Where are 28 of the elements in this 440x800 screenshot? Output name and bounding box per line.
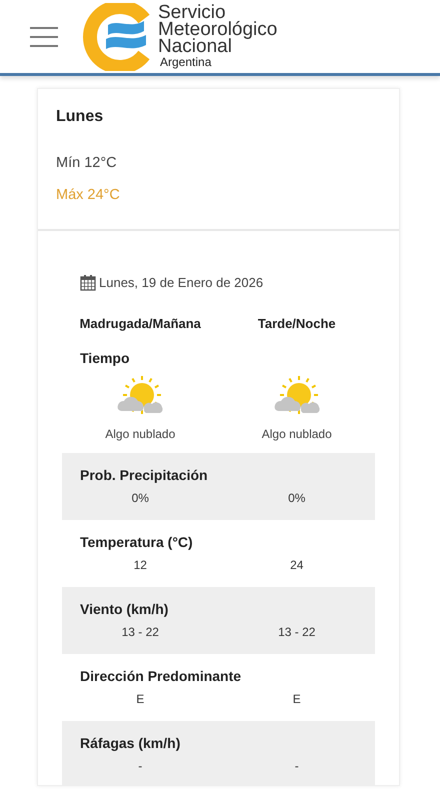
weather-description: Algo nublado <box>260 426 333 442</box>
date-text: Lunes, 19 de Enero de 2026 <box>99 274 264 292</box>
period-heading: Tarde/Noche <box>256 315 337 333</box>
row-label: Tiempo <box>79 348 131 368</box>
row-value: 24 <box>289 556 304 574</box>
logo-subtitle: Argentina <box>159 55 212 69</box>
row-value: 13 - 22 <box>277 624 316 640</box>
row-value: E <box>292 690 302 708</box>
row-label: Dirección Predominante <box>79 666 242 686</box>
row-value: 12 <box>132 556 148 574</box>
menu-button[interactable] <box>30 26 60 46</box>
period-heading: Madrugada/Mañana <box>78 315 202 333</box>
weather-description: Algo nublado <box>104 426 176 442</box>
max-temperature: Máx 24°C <box>56 186 121 205</box>
row-value: E <box>135 690 146 708</box>
calendar-icon <box>80 274 96 291</box>
row-value: 0% <box>130 490 150 506</box>
row-value: - <box>137 758 144 774</box>
row-label: Temperatura (°C) <box>79 532 194 552</box>
min-temperature: Mín 12°C <box>56 154 118 173</box>
row-label: Prob. Precipitación <box>79 466 209 485</box>
row-value: 13 - 22 <box>120 624 160 640</box>
logo-title: Servicio Meteorológico Nacional <box>158 4 278 55</box>
row-label: Ráfagas (km/h) <box>79 734 182 753</box>
row-value: 0% <box>287 490 306 506</box>
row-label: Viento (km/h) <box>79 600 170 619</box>
day-name: Lunes <box>56 107 104 127</box>
row-value: - <box>294 758 300 774</box>
